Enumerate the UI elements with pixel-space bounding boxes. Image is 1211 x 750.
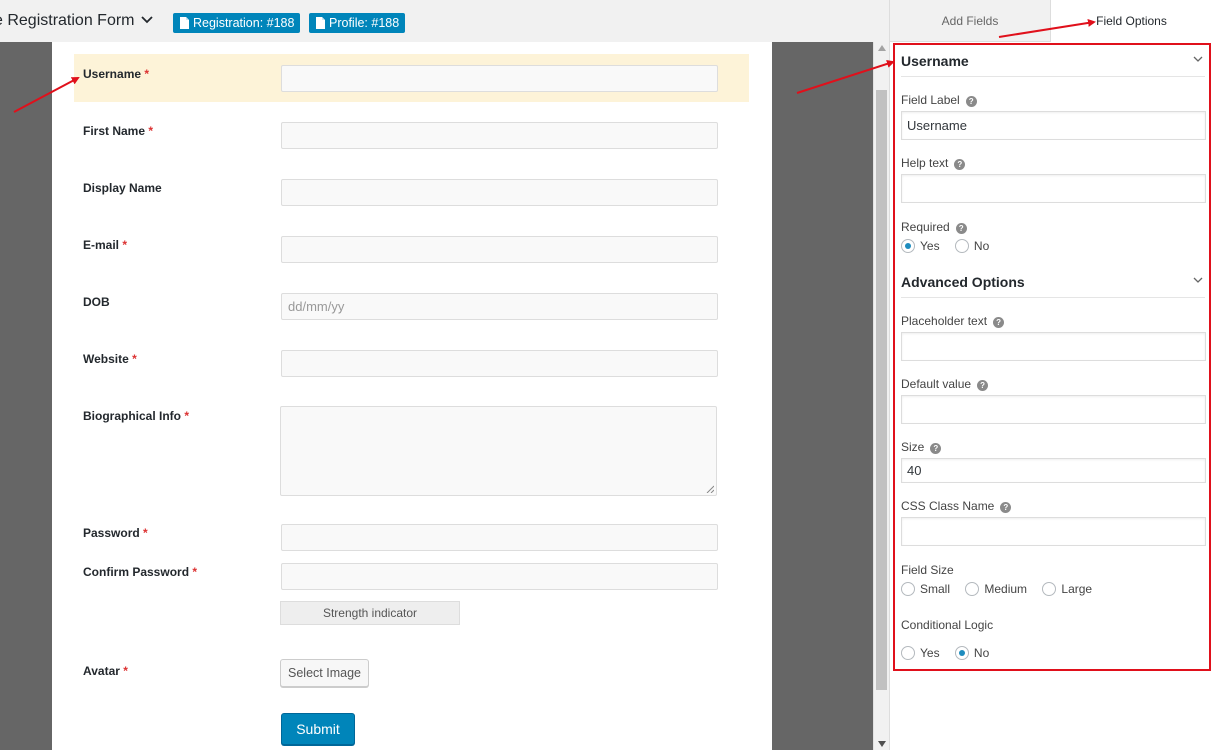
field-size-large-radio[interactable] [1042,582,1057,596]
help-text-input[interactable] [901,174,1206,203]
form-title[interactable]: e Registration Form [0,12,135,30]
css-class-input[interactable] [901,517,1206,546]
field-label-confirm-password: Confirm Password * [83,565,198,579]
resize-handle-icon[interactable] [706,485,714,493]
field-size-radio-group: Small Medium Large [901,582,1104,598]
website-input[interactable] [281,350,718,377]
submit-button[interactable]: Submit [281,713,355,745]
dob-input[interactable]: dd/mm/yy [281,293,718,320]
badge-label: Registration: #188 [193,16,295,30]
required-no-radio[interactable] [954,239,969,253]
display-name-input[interactable] [281,179,718,206]
default-value-input[interactable] [901,395,1206,424]
field-label-password: Password * [83,526,148,540]
default-value-label: Default value? [901,377,989,391]
divider [901,297,1205,298]
first-name-input[interactable] [281,122,718,149]
field-label-website: Website * [83,352,137,366]
scroll-up-icon[interactable] [878,45,886,51]
placeholder-text-input[interactable] [901,332,1206,361]
form-canvas: Username * First Name * Display Name E-m… [0,42,873,750]
help-icon[interactable]: ? [955,223,967,234]
confirm-password-input[interactable] [281,563,718,590]
help-icon[interactable]: ? [930,443,942,454]
conditional-logic-no-radio[interactable] [954,646,969,660]
field-options-panel: Username Field Label? Username Help text… [893,43,1211,671]
chevron-down-icon[interactable] [140,13,154,27]
required-yes-radio[interactable] [901,239,915,253]
field-label-username: Username * [83,67,150,81]
help-icon[interactable]: ? [1000,502,1012,513]
section-title-username[interactable]: Username [901,53,969,69]
field-label-label: Field Label? [901,93,977,107]
field-label-avatar: Avatar * [83,664,128,678]
help-icon[interactable]: ? [977,380,989,391]
email-input[interactable] [281,236,718,263]
registration-shortcode-badge[interactable]: Registration: #188 [173,13,301,33]
required-radio-group: Yes No [901,239,1001,255]
divider [901,76,1205,77]
bio-textarea[interactable] [280,406,717,496]
select-image-button[interactable]: Select Image [280,659,369,687]
tab-add-fields[interactable]: Add Fields [890,0,1051,42]
field-label-bio: Biographical Info * [83,409,190,423]
password-input[interactable] [281,524,718,551]
field-label-display-name: Display Name [83,181,162,195]
help-text-label: Help text? [901,156,966,170]
username-input[interactable] [281,65,718,92]
conditional-logic-radio-group: Yes No [901,646,1001,662]
field-label-dob: DOB [83,295,110,309]
help-icon[interactable]: ? [965,96,977,107]
form-header: e Registration Form Registration: #188 P… [0,0,889,42]
conditional-logic-label: Conditional Logic [901,618,994,632]
form-preview: Username * First Name * Display Name E-m… [52,42,772,750]
field-size-small-radio[interactable] [901,582,915,596]
conditional-logic-yes-radio[interactable] [901,646,915,660]
copy-icon [180,17,189,29]
badge-label: Profile: #188 [329,16,400,30]
help-icon[interactable]: ? [954,159,966,170]
canvas-scrollbar[interactable] [873,42,889,750]
copy-icon [316,17,325,29]
scroll-down-icon[interactable] [878,741,886,747]
field-label-email: E-mail * [83,238,128,252]
tab-field-options[interactable]: Field Options [1051,0,1211,42]
strength-indicator: Strength indicator [280,601,460,625]
chevron-down-icon[interactable] [1193,276,1203,284]
size-label: Size? [901,440,942,454]
field-options-sidebar: Add Fields Field Options Username Field … [889,0,1211,750]
scroll-thumb[interactable] [876,90,887,690]
field-label-input[interactable]: Username [901,111,1206,140]
required-label: Required? [901,220,967,234]
section-title-advanced[interactable]: Advanced Options [901,274,1025,290]
field-size-medium-radio[interactable] [965,582,980,596]
help-icon[interactable]: ? [993,317,1005,328]
chevron-down-icon[interactable] [1193,55,1203,63]
css-class-label: CSS Class Name? [901,499,1012,513]
sidebar-tabs: Add Fields Field Options [890,0,1211,42]
profile-shortcode-badge[interactable]: Profile: #188 [309,13,406,33]
size-input[interactable]: 40 [901,458,1206,483]
field-label-first-name: First Name * [83,124,154,138]
placeholder-text-label: Placeholder text? [901,314,1005,328]
field-size-label: Field Size [901,563,954,577]
